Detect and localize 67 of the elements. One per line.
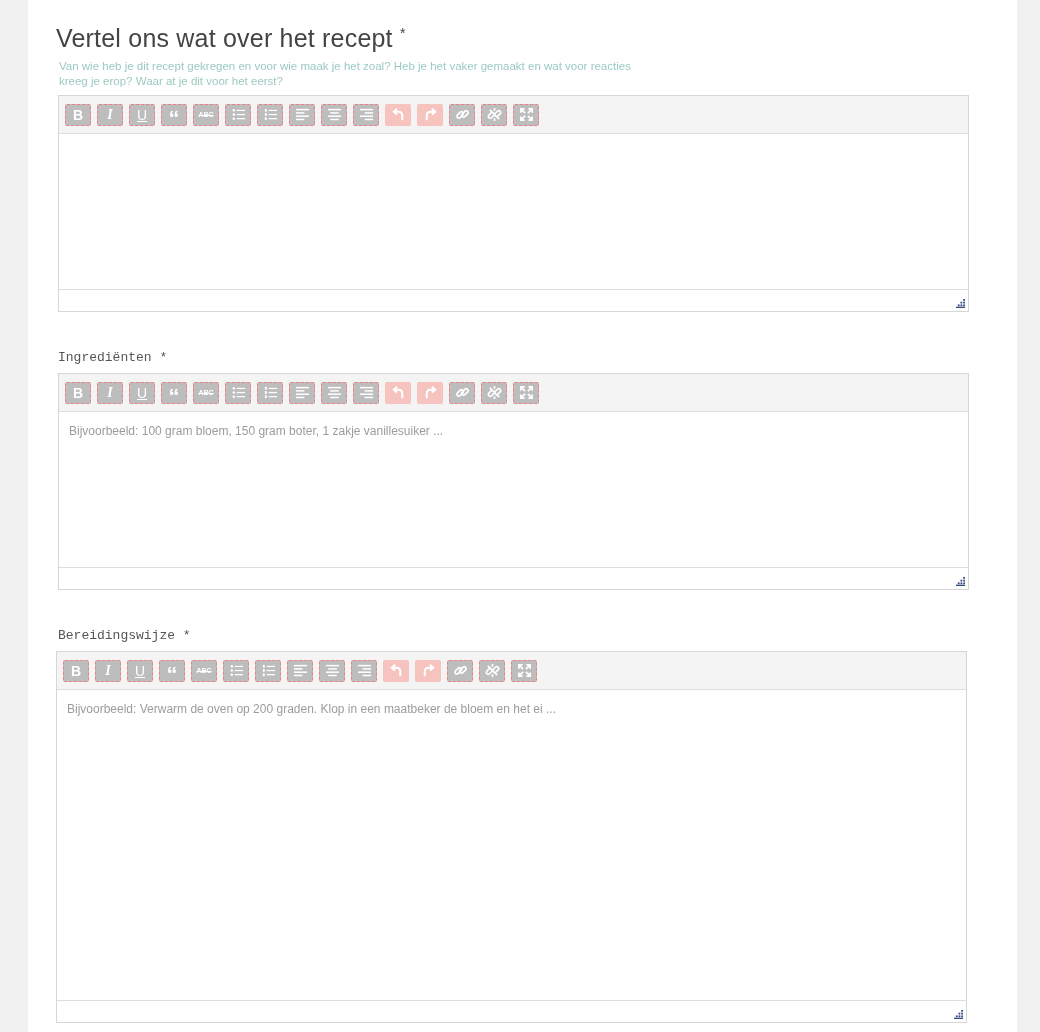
align-left-icon <box>294 385 310 401</box>
align-left-button[interactable] <box>287 659 313 682</box>
italic-button[interactable]: I <box>97 381 123 404</box>
broken-link-icon <box>484 663 500 679</box>
numbers-button[interactable] <box>257 103 283 126</box>
align-left-icon <box>292 663 308 679</box>
resize-handle-icon[interactable] <box>954 1010 963 1020</box>
align-right-button[interactable] <box>353 103 379 126</box>
fullscreen-icon <box>516 663 532 679</box>
bullets-button[interactable] <box>223 659 249 682</box>
hint-text: Van wie heb je dit recept gekregen en voor wie maak je het zoal? Heb je het vaker gemaakt en wat voor reacties kreeg je erop? Waar at je dit voor het eerst? <box>59 59 632 90</box>
bold-button[interactable]: B <box>65 381 91 404</box>
numbers-button[interactable] <box>257 381 283 404</box>
align-center-button[interactable] <box>321 381 347 404</box>
field-label: Ingrediënten * <box>58 350 169 366</box>
align-center-button[interactable] <box>321 103 347 126</box>
bullet-list-icon <box>228 663 244 679</box>
unlink-button[interactable] <box>479 659 505 682</box>
unlink-button[interactable] <box>481 103 507 126</box>
undo-icon <box>388 663 404 679</box>
align-center-icon <box>326 385 342 401</box>
fullscreen-button[interactable] <box>513 381 539 404</box>
underline-button[interactable]: U <box>129 103 155 126</box>
bullet-list-icon <box>230 107 246 123</box>
section-heading: Vertel ons wat over het recept $^{*}$ <box>56 23 407 55</box>
field-label: Bereidingswijze * <box>58 628 192 644</box>
align-center-icon <box>326 107 342 123</box>
bold-button[interactable]: B <box>65 103 91 126</box>
fullscreen-icon <box>518 385 534 401</box>
quote-button[interactable]: “ <box>161 381 187 404</box>
numbers-button[interactable] <box>255 659 281 682</box>
align-right-icon <box>358 385 374 401</box>
fullscreen-button[interactable] <box>511 659 537 682</box>
fullscreen-button[interactable] <box>513 103 539 126</box>
italic-button[interactable]: I <box>95 659 121 682</box>
broken-link-icon <box>486 385 502 401</box>
align-left-icon <box>294 107 310 123</box>
broken-link-icon <box>486 107 502 123</box>
align-right-icon <box>358 107 374 123</box>
bullets-button[interactable] <box>225 381 251 404</box>
quote-button[interactable]: “ <box>159 659 185 682</box>
unlink-button[interactable] <box>481 381 507 404</box>
link-button[interactable] <box>447 659 473 682</box>
quote-button[interactable]: “ <box>161 103 187 126</box>
italic-button[interactable]: I <box>97 103 123 126</box>
bold-button[interactable]: B <box>63 659 89 682</box>
underline-button[interactable]: U <box>129 381 155 404</box>
resize-handle-icon[interactable] <box>956 299 965 309</box>
link-button[interactable] <box>449 103 475 126</box>
align-center-button[interactable] <box>319 659 345 682</box>
align-right-button[interactable] <box>351 659 377 682</box>
align-center-icon <box>324 663 340 679</box>
align-left-button[interactable] <box>289 103 315 126</box>
numbered-list-icon <box>262 107 278 123</box>
resize-handle-icon[interactable] <box>956 577 965 587</box>
numbered-list-icon <box>262 385 278 401</box>
undo-icon <box>390 107 406 123</box>
undo-icon <box>390 385 406 401</box>
align-right-icon <box>356 663 372 679</box>
align-right-button[interactable] <box>353 381 379 404</box>
numbered-list-icon <box>260 663 276 679</box>
fullscreen-icon <box>518 107 534 123</box>
bullet-list-icon <box>230 385 246 401</box>
underline-button[interactable]: U <box>127 659 153 682</box>
link-button[interactable] <box>449 381 475 404</box>
align-left-button[interactable] <box>289 381 315 404</box>
bullets-button[interactable] <box>225 103 251 126</box>
